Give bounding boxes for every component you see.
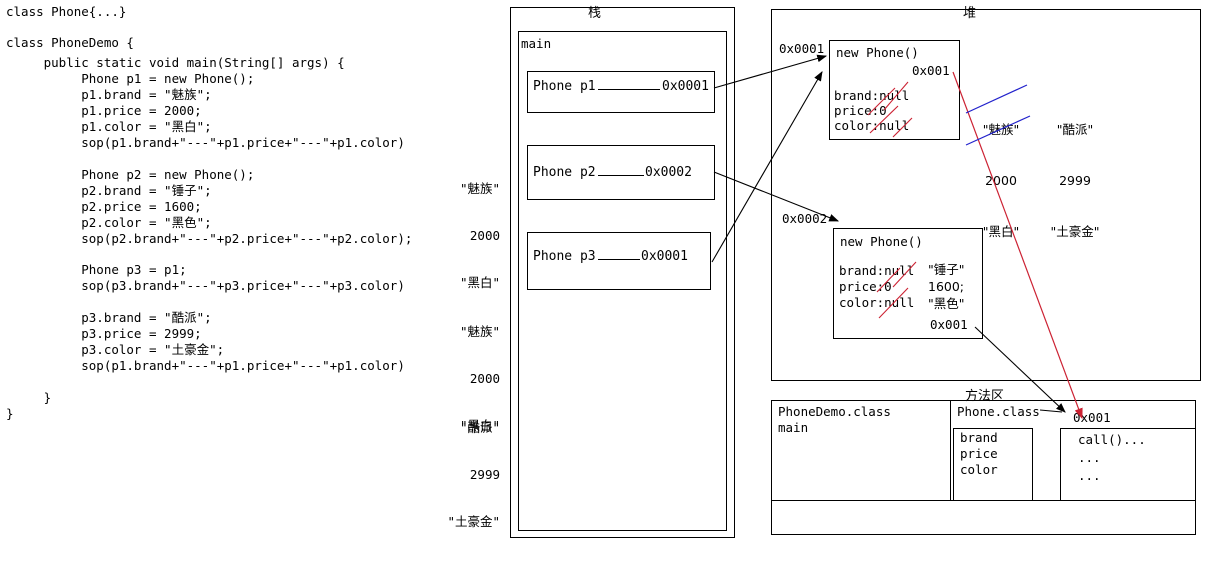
- stack-slot-name: Phone p1: [533, 79, 596, 94]
- code-line: Phone p1 = new Phone();: [6, 71, 255, 86]
- code-line: p2.price = 1600;: [6, 199, 202, 214]
- heap-object-self-ref: 0x001: [930, 317, 968, 332]
- code-line: p2.brand = "锤子";: [6, 183, 212, 198]
- method-area-phonedemo-member: main: [778, 420, 809, 435]
- heap-object-field: brand:null: [839, 263, 915, 278]
- method-area-divider: [950, 400, 951, 500]
- note-line: "土豪金": [1050, 224, 1100, 239]
- heap-object-header: new Phone(): [836, 45, 919, 60]
- code-line: p2.color = "黑色";: [6, 215, 212, 230]
- code-line: sop(p1.brand+"---"+p1.price+"---"+p1.col…: [6, 358, 405, 373]
- output-line: "酷派": [459, 420, 500, 436]
- stack-slot-address: 0x0001: [641, 249, 688, 264]
- output-line: "土豪金": [447, 513, 500, 529]
- method-area-method: call()...: [1078, 432, 1146, 447]
- code-line: }: [6, 406, 14, 421]
- code-panel: class Phone{...} class PhoneDemo { publi…: [0, 0, 505, 556]
- note-line: 2000: [985, 173, 1017, 188]
- code-line: p1.color = "黑白";: [6, 119, 212, 134]
- code-line: }: [6, 390, 52, 405]
- code-line: Phone p2 = new Phone();: [6, 167, 255, 182]
- code-line: p1.price = 2000;: [6, 103, 202, 118]
- method-area-method: ...: [1078, 468, 1101, 483]
- heap-object-field: brand:null: [834, 88, 910, 103]
- code-line: p3.color = "土豪金";: [6, 342, 225, 357]
- output-line: "黑白": [459, 274, 500, 290]
- output-line: "魅族": [459, 324, 500, 340]
- stack-slot-name: Phone p2: [533, 165, 596, 180]
- code-line: public static void main(String[] args) {: [6, 55, 345, 70]
- output-line: 2000: [469, 227, 500, 243]
- heap-object-class-ref: 0x001: [912, 63, 950, 78]
- stack-slot-name: Phone p3: [533, 249, 596, 264]
- method-area-phone-class: Phone.class: [957, 404, 1040, 419]
- code-line: sop(p3.brand+"---"+p3.price+"---"+p3.col…: [6, 278, 405, 293]
- heap-address-label-1: 0x0001: [779, 41, 825, 56]
- heap-note-new-values: "酷派" 2999 "土豪金": [1040, 87, 1110, 274]
- method-area-field: color: [960, 462, 998, 477]
- method-area-rule: [771, 500, 1196, 501]
- code-line: class Phone{...}: [6, 4, 127, 19]
- code-line: p3.price = 2999;: [6, 326, 202, 341]
- diagram-root: class Phone{...} class PhoneDemo { publi…: [0, 0, 1213, 556]
- stack-frame-label: main: [521, 36, 552, 51]
- heap-object-field: color:null: [839, 295, 915, 310]
- heap-object-field-value: "黑色": [928, 296, 965, 311]
- method-area-phone-class-address: 0x001: [1073, 410, 1111, 425]
- heap-object-field: price:0: [839, 279, 892, 294]
- note-line: "酷派": [1056, 122, 1094, 137]
- heap-object-field-value: "锤子": [928, 262, 965, 277]
- stack-slot-address: 0x0001: [662, 79, 709, 94]
- method-area-phonedemo-class: PhoneDemo.class: [778, 404, 891, 419]
- code-line: sop(p1.brand+"---"+p1.price+"---"+p1.col…: [6, 135, 405, 150]
- output-annotation-3: "酷派" 2999 "土豪金": [390, 389, 500, 561]
- output-line: 2000: [469, 370, 500, 386]
- heap-object-field: price:0: [834, 103, 887, 118]
- heap-object-field-value: 1600;: [928, 279, 965, 294]
- method-area-field: brand: [960, 430, 998, 445]
- method-area-field: price: [960, 446, 998, 461]
- code-line: class PhoneDemo {: [6, 35, 134, 50]
- note-line: 2999: [1059, 173, 1091, 188]
- output-line: 2999: [469, 466, 500, 482]
- heap-object-header: new Phone(): [840, 234, 923, 249]
- code-line: sop(p2.brand+"---"+p2.price+"---"+p2.col…: [6, 231, 413, 246]
- output-line: "魅族": [459, 181, 500, 197]
- code-line: p1.brand = "魅族";: [6, 87, 212, 102]
- stack-slot-address: 0x0002: [645, 165, 692, 180]
- heap-object-field: color:null: [834, 118, 910, 133]
- note-line: "魅族": [982, 122, 1020, 137]
- code-line: p3.brand = "酷派";: [6, 310, 212, 325]
- heap-address-label-2: 0x0002: [782, 211, 828, 226]
- code-line: Phone p3 = p1;: [6, 262, 187, 277]
- method-area-method: ...: [1078, 450, 1101, 465]
